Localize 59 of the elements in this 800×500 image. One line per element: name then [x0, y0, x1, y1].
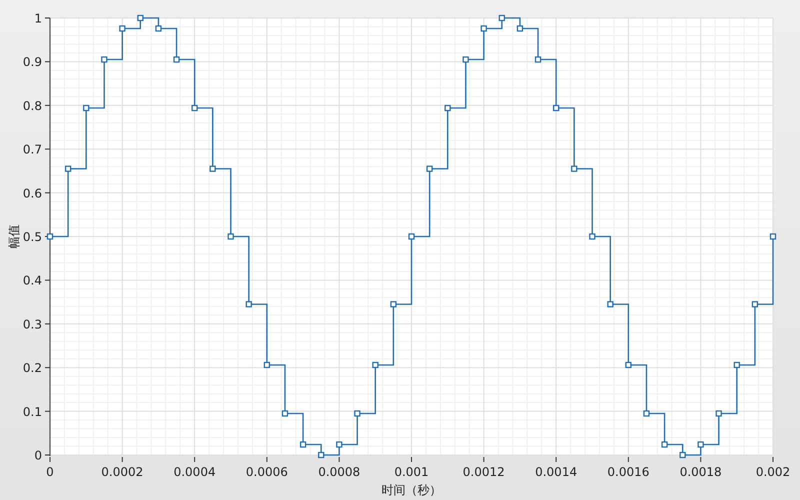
- data-point-marker: [228, 233, 234, 240]
- x-tick-label: 0.0014: [535, 465, 578, 479]
- x-tick-label: 0.0016: [607, 465, 650, 479]
- x-tick-label: 0.0008: [318, 465, 360, 479]
- data-point-marker: [64, 166, 72, 172]
- y-tick-label: 0.3: [22, 317, 42, 332]
- data-point-marker: [444, 104, 451, 112]
- data-point-marker: [752, 301, 758, 308]
- data-point-marker: [426, 166, 433, 172]
- data-point-marker: [354, 410, 360, 417]
- y-tick-label: 0.2: [22, 361, 42, 376]
- data-point-marker: [589, 233, 596, 240]
- data-point-marker: [372, 362, 378, 368]
- data-point-marker: [246, 301, 252, 308]
- data-point-marker: [300, 441, 306, 448]
- x-tick-label: 0.001: [394, 465, 429, 479]
- data-point-marker: [607, 301, 614, 308]
- y-tick-label: 0.5: [22, 230, 42, 244]
- y-tick-label: 1: [34, 12, 42, 26]
- x-tick-label: 0.0006: [246, 465, 288, 479]
- data-point-marker: [390, 301, 397, 308]
- data-point-marker: [698, 441, 704, 448]
- data-point-marker: [336, 441, 342, 448]
- data-point-marker: [119, 25, 126, 32]
- x-tick-label: 0.0012: [462, 465, 505, 479]
- data-point-marker: [264, 362, 270, 368]
- data-point-marker: [282, 410, 288, 417]
- data-point-marker: [534, 56, 542, 63]
- data-point-marker: [734, 362, 740, 368]
- data-point-marker: [625, 362, 632, 368]
- data-point-marker: [553, 104, 560, 112]
- x-tick-label: 0.0018: [680, 465, 722, 479]
- data-point-marker: [408, 233, 415, 240]
- y-tick-label: 0.6: [22, 186, 42, 200]
- x-axis-title: 时间（秒）: [382, 483, 442, 497]
- data-point-marker: [101, 56, 108, 63]
- y-tick-label: 0.9: [22, 55, 42, 70]
- data-point-marker: [210, 166, 216, 172]
- data-point-marker: [571, 166, 578, 172]
- data-point-marker: [716, 410, 722, 417]
- x-tick-label: 0.0002: [101, 465, 144, 479]
- data-point-marker: [83, 104, 90, 112]
- x-tick-label: 0: [46, 465, 54, 479]
- data-point-marker: [643, 410, 650, 417]
- data-point-marker: [462, 56, 469, 63]
- data-point-marker: [516, 25, 524, 32]
- x-tick-label: 0.0004: [174, 465, 216, 479]
- y-tick-label: 0.7: [22, 142, 42, 157]
- y-tick-label: 0.1: [22, 404, 42, 419]
- y-axis-title: 幅值: [7, 224, 21, 248]
- y-tick-label: 0: [34, 448, 42, 462]
- y-tick-label: 0.8: [22, 98, 42, 113]
- data-point-marker: [173, 56, 180, 63]
- data-point-marker: [155, 25, 162, 32]
- data-point-marker: [661, 441, 668, 448]
- y-tick-label: 0.4: [22, 274, 42, 288]
- data-point-marker: [192, 104, 198, 112]
- x-tick-label: 0.002: [756, 465, 790, 479]
- data-point-marker: [480, 25, 487, 32]
